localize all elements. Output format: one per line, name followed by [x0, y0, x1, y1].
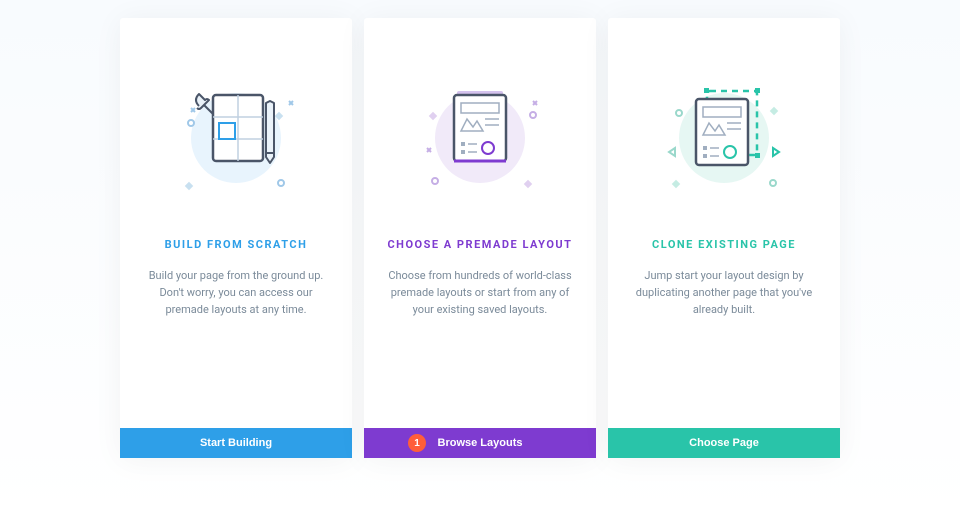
- card-description: Jump start your layout design by duplica…: [608, 267, 840, 428]
- choose-page-button[interactable]: Choose Page: [608, 428, 840, 458]
- scratch-illustration-icon: [120, 18, 352, 238]
- button-label: Browse Layouts: [438, 437, 523, 449]
- clone-illustration-icon: [608, 18, 840, 238]
- card-description: Choose from hundreds of world-class prem…: [364, 267, 596, 428]
- layout-option-cards: BUILD FROM SCRATCH Build your page from …: [120, 18, 840, 458]
- notification-badge: 1: [408, 434, 426, 452]
- browse-layouts-button[interactable]: 1 Browse Layouts: [364, 428, 596, 458]
- card-clone-page: CLONE EXISTING PAGE Jump start your layo…: [608, 18, 840, 458]
- card-heading: CLONE EXISTING PAGE: [608, 238, 840, 251]
- premade-illustration-icon: [364, 18, 596, 238]
- start-building-button[interactable]: Start Building: [120, 428, 352, 458]
- card-description: Build your page from the ground up. Don'…: [120, 267, 352, 428]
- card-heading: CHOOSE A PREMADE LAYOUT: [364, 238, 596, 251]
- card-heading: BUILD FROM SCRATCH: [120, 238, 352, 251]
- card-premade-layout: CHOOSE A PREMADE LAYOUT Choose from hund…: [364, 18, 596, 458]
- card-build-from-scratch: BUILD FROM SCRATCH Build your page from …: [120, 18, 352, 458]
